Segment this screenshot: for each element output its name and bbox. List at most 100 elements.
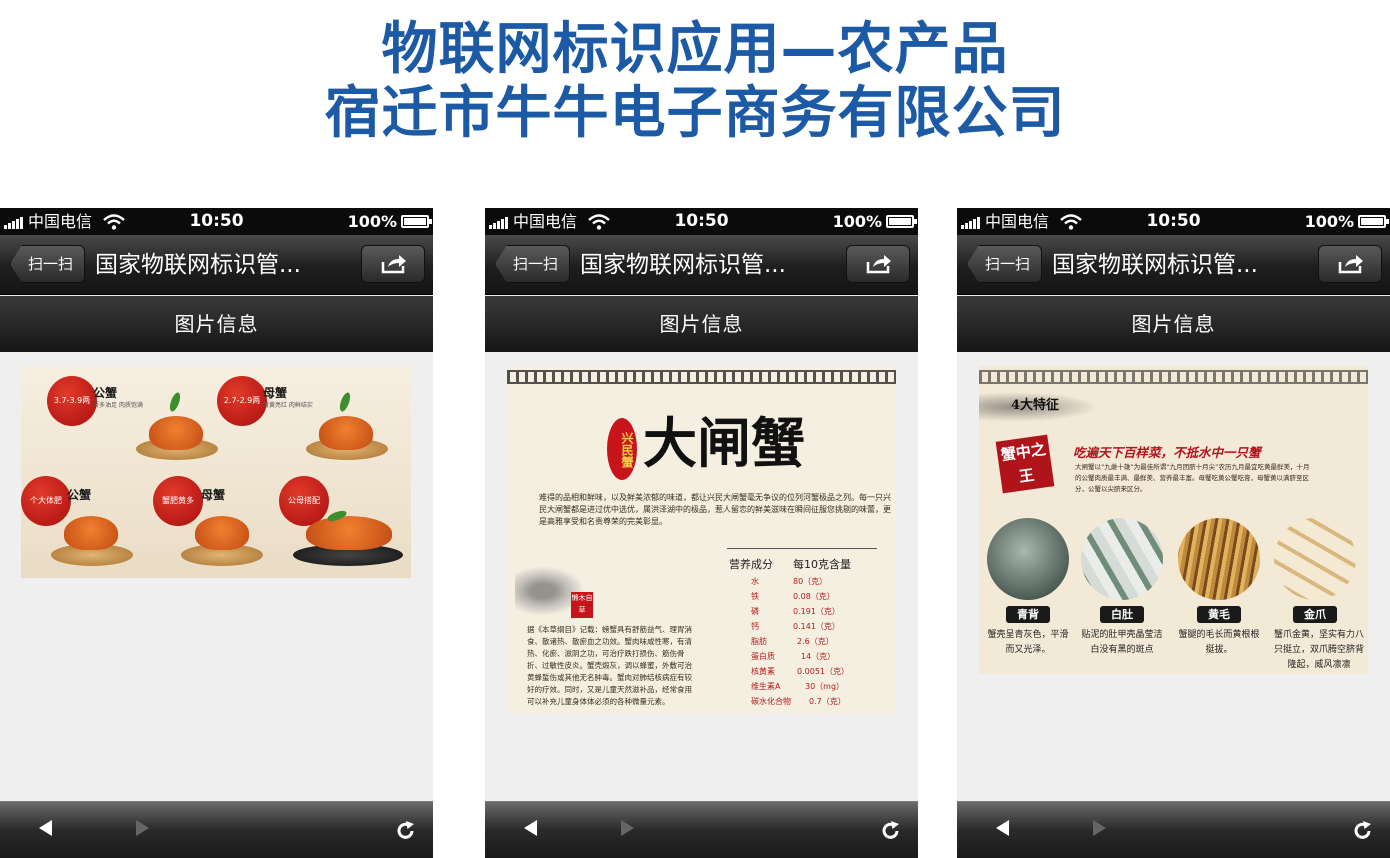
back-arrow-icon[interactable] [993,818,1013,838]
nutrition-item: 铁 [751,592,759,601]
leaf-decoration [337,391,353,413]
fence-border [979,370,1368,384]
back-button[interactable]: 扫一扫 [495,245,570,283]
nutrition-item: 钙 [751,622,759,631]
battery-percent: 100% [1304,212,1354,231]
refresh-icon[interactable] [1352,820,1374,842]
body-text: 据《本草纲目》记载：螃蟹具有舒筋益气、理胃消食、散诸热、散瘀血之功效。蟹肉味咸性… [527,625,692,706]
back-button[interactable]: 扫一扫 [10,245,85,283]
nutrition-value: 0.191（克） [793,607,840,616]
back-arrow-icon[interactable] [521,818,541,838]
golden-claw-photo [1274,518,1356,600]
crab-nutrition-poster: 兴民蟹 大闸蟹 难得的品相和鲜味，以及鲜美浓郁的味道，都让兴民大闸蟹毫无争议的位… [507,366,896,714]
nutrition-value: 0.0051（克） [797,667,849,676]
feature-badge: 蟹肥黄多 [153,476,203,526]
nav-bar: 扫一扫 国家物联网标识管... [957,235,1390,295]
feature-desc: 蟹腿的毛长而黄根根挺拔。 [1178,630,1260,655]
sub-header: 图片信息 [957,296,1390,352]
brand-seal: 兴民蟹 [607,418,637,480]
nutrition-value: 14（克） [801,652,836,661]
red-stamp: 懒木自草 [571,592,593,618]
weight-badge: 3.7-3.9两 [47,376,97,426]
green-back-photo [987,518,1069,600]
crab-photo [306,516,392,550]
battery-icon [401,215,432,228]
nutrition-item: 蛋白质 [751,652,775,661]
slogan: 吃遍天下百样菜，不抵水中一只蟹 [1073,445,1261,460]
bottom-toolbar [957,801,1390,858]
feature-tag: 金爪 [1293,606,1337,623]
forward-arrow-icon[interactable] [132,818,152,838]
crab-label: 母蟹 [263,386,288,400]
leaf-decoration [167,391,183,413]
nutrition-item: 碳水化合物 [751,697,791,706]
nav-title: 国家物联网标识管... [1052,252,1258,278]
king-seal: 蟹中之王 [995,434,1055,494]
status-bar: 中国电信 10:50 100% [0,208,433,235]
intro-text: 难得的品相和鲜味，以及鲜美浓郁的味道，都让兴民大闸蟹毫无争议的位列河蟹极品之列。… [539,493,891,526]
crab-photo [149,416,203,450]
feature-desc: 蟹壳呈青灰色，平滑而又光泽。 [987,630,1069,655]
feature-badge: 个大体肥 [21,476,71,526]
back-arrow-icon[interactable] [36,818,56,838]
slide-title-line2: 宿迁市牛牛电子商务有限公司 [324,81,1066,146]
white-belly-photo [1081,518,1163,600]
nutrition-item: 磷 [751,607,759,616]
crab-photo [64,516,118,550]
brand-calligraphy: 大闸蟹 [643,411,805,475]
crab-photo [195,516,249,550]
phone-screenshot-2: 中国电信 10:50 100% 扫一扫 国家物联网标识管... 图片信息 兴民蟹… [485,208,918,858]
battery-percent: 100% [832,212,882,231]
crab-features-poster: 4大特征 蟹中之王 吃遍天下百样菜，不抵水中一只蟹 大闸蟹以“九雌十雄”为最佳所… [979,366,1368,674]
nav-title: 国家物联网标识管... [95,252,301,278]
nav-title: 国家物联网标识管... [580,252,786,278]
nutrition-value: 2.6（克） [797,637,834,646]
status-bar: 中国电信 10:50 100% [485,208,918,235]
nav-bar: 扫一扫 国家物联网标识管... [485,235,918,295]
nav-bar: 扫一扫 国家物联网标识管... [0,235,433,295]
features-heading: 4大特征 [1011,398,1060,413]
nutrition-header-name: 营养成分 [729,558,773,571]
intro-text: 大闸蟹以“九雌十雄”为最佳所谓“九月团脐十月尖”农历九月最宜吃黄最鲜美，十月的公… [1075,463,1310,493]
battery-percent: 100% [347,212,397,231]
slide-title-line1: 物联网标识应用—农产品 [381,17,1009,82]
share-button[interactable] [1318,245,1382,283]
nutrition-value: 0.08（克） [793,592,835,601]
feature-badge: 公母搭配 [279,476,329,526]
crab-label: 公蟹 [67,488,92,502]
battery-icon [1358,215,1389,228]
refresh-icon[interactable] [395,820,417,842]
nutrition-value: 80（克） [793,577,828,586]
share-button[interactable] [846,245,910,283]
nutrition-item: 核黄素 [751,667,775,676]
phone-screenshot-3: 中国电信 10:50 100% 扫一扫 国家物联网标识管... 图片信息 4大特… [957,208,1390,858]
crab-desc: 蟹黄亮红 肉鲜结实 [263,402,313,409]
feature-desc: 贴泥的肚甲壳晶莹洁白没有黑的斑点 [1081,630,1163,655]
refresh-icon[interactable] [880,820,902,842]
forward-arrow-icon[interactable] [1089,818,1109,838]
feature-tag: 白肚 [1100,606,1144,623]
feature-tag: 青背 [1006,606,1050,623]
nutrition-value: 0.7（克） [809,697,846,706]
nutrition-value: 0.141（克） [793,622,840,631]
status-bar: 中国电信 10:50 100% [957,208,1390,235]
nutrition-item: 维生素A [751,682,781,691]
nutrition-value: 30（mg） [805,682,845,691]
crab-photo [319,416,373,450]
phone-screenshot-1: 中国电信 10:50 100% 扫一扫 国家物联网标识管... 图片信息 3.7… [0,208,433,858]
forward-arrow-icon[interactable] [617,818,637,838]
crab-label: 母蟹 [201,488,226,502]
nutrition-item: 脂肪 [751,637,767,646]
share-button[interactable] [361,245,425,283]
share-icon [381,255,406,274]
back-button[interactable]: 扫一扫 [967,245,1042,283]
weight-badge: 2.7-2.9两 [217,376,267,426]
crab-label: 公蟹 [93,386,118,400]
yellow-hair-photo [1178,518,1260,600]
nutrition-item: 水 [751,577,759,586]
bottom-toolbar [485,801,918,858]
fence-border [507,370,896,384]
battery-icon [886,215,917,228]
nutrition-header-value: 每10克含量 [793,558,851,571]
feature-tag: 黄毛 [1197,606,1241,623]
